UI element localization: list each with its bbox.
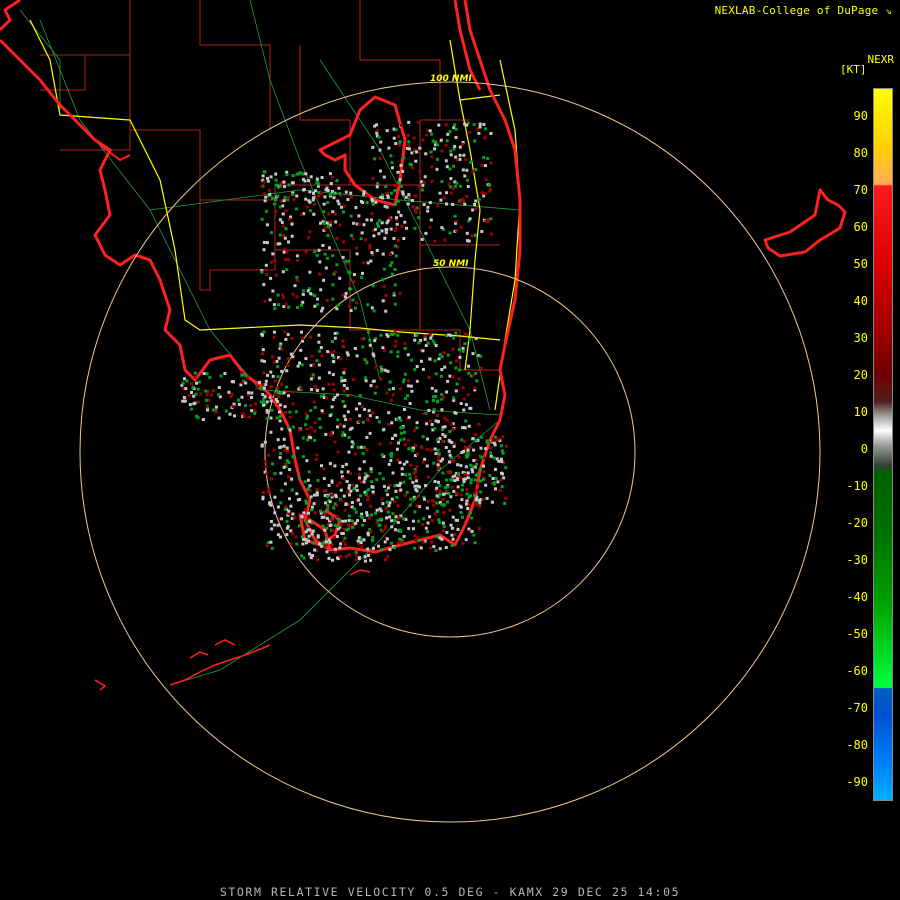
radar-map [0, 0, 847, 823]
velocity-echoes [180, 120, 508, 563]
ring-label-100nmi: 100 NMI [430, 74, 472, 84]
status-line: STORM RELATIVE VELOCITY 0.5 DEG - KAMX 2… [219, 885, 681, 899]
colorbar-tick: 70 [853, 183, 868, 197]
ring-label-50nmi: 50 NMI [433, 259, 469, 269]
credit-label: NEXLAB-College of DuPage ⇘ [715, 4, 892, 17]
colorbar-tick: 50 [853, 257, 868, 271]
colorbar-tick: 20 [853, 368, 868, 382]
units-label: [KT] [840, 63, 867, 76]
credit-text: NEXLAB-College of DuPage [714, 4, 879, 17]
colorbar-tick: -70 [846, 701, 868, 715]
colorbar-tick: -60 [846, 664, 868, 678]
product-label: NEXR [867, 53, 895, 66]
colorbar-tick: -80 [846, 738, 868, 752]
colorbar-tick: 80 [853, 146, 868, 160]
florida-keys [94, 569, 371, 691]
velocity-colorbar [873, 88, 893, 801]
colorbar-tick: 0 [860, 442, 868, 456]
colorbar-tick: 30 [853, 331, 868, 345]
colorbar-tick: -10 [846, 479, 868, 493]
colorbar-tick: -20 [846, 516, 868, 530]
radar-display: 100 NMI 50 NMI NEXLAB-College of DuPage … [0, 0, 900, 900]
colorbar-tick: -40 [846, 590, 868, 604]
colorbar-tick: -90 [846, 775, 868, 789]
external-link-icon: ⇘ [885, 4, 892, 17]
colorbar-tick: 10 [853, 405, 868, 419]
colorbar-tick: 60 [853, 220, 868, 234]
colorbar-tick: -50 [846, 627, 868, 641]
county-boundaries [40, 0, 500, 371]
colorbar-tick: 40 [853, 294, 868, 308]
colorbar-tick: 90 [853, 109, 868, 123]
colorbar-tick: -30 [846, 553, 868, 567]
